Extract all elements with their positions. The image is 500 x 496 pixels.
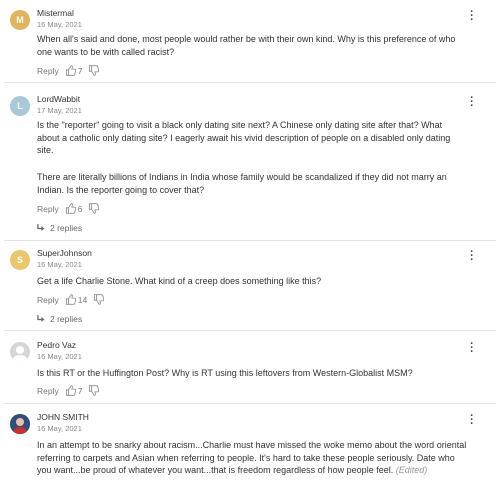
more-options-icon[interactable]: · · · (470, 411, 474, 430)
avatar[interactable] (10, 414, 30, 434)
avatar-letter: L (17, 101, 23, 111)
avatar[interactable]: L (10, 96, 30, 116)
comment-actions: Reply 6 (37, 203, 100, 214)
comment-actions: Reply 7 (37, 65, 100, 76)
more-options-icon[interactable]: · · · (470, 93, 474, 112)
divider (4, 403, 496, 404)
comment-date: 17 May, 2021 (37, 106, 82, 115)
reply-button[interactable]: Reply (37, 295, 59, 305)
avatar[interactable]: S (10, 250, 30, 270)
thumbs-down-icon[interactable] (88, 203, 100, 214)
comment-actions: Reply 7 (37, 385, 100, 396)
reply-arrow-icon (37, 224, 46, 232)
thumbs-down-icon[interactable] (88, 65, 100, 76)
thumbs-up-icon[interactable] (65, 65, 76, 76)
divider (4, 330, 496, 331)
more-options-icon[interactable]: · · · (470, 247, 474, 266)
view-replies-link[interactable]: 2 replies (37, 223, 82, 233)
avatar-letter: M (16, 15, 24, 25)
like-count: 7 (77, 65, 83, 76)
view-replies-link[interactable]: 2 replies (37, 314, 82, 324)
default-user-icon (12, 346, 28, 362)
comment-author[interactable]: LordWabbit (37, 94, 80, 104)
comment-text: There are literally billions of Indians … (37, 172, 447, 195)
comment-thread: M Mistermal 16 May, 2021 · · · When all's … (0, 0, 500, 496)
comment-date: 16 May, 2021 (37, 260, 82, 269)
like-count: 14 (77, 294, 88, 305)
reply-button[interactable]: Reply (37, 386, 59, 396)
comment-text: Is this RT or the Huffington Post? Why i… (37, 368, 413, 378)
avatar[interactable] (10, 342, 30, 362)
more-options-icon[interactable]: · · · (470, 339, 474, 358)
comment-date: 16 May, 2021 (37, 352, 82, 361)
reply-button[interactable]: Reply (37, 204, 59, 214)
avatar-letter: S (16, 255, 23, 265)
comment-author[interactable]: Pedro Vaz (37, 340, 76, 350)
replies-count: 2 replies (50, 223, 83, 233)
comment-text: Is the "reporter" going to visit a black… (37, 120, 451, 155)
replies-count: 2 replies (50, 314, 83, 324)
like-count: 6 (77, 203, 83, 214)
comment-date: 16 May, 2021 (37, 20, 82, 29)
comment-text: Get a life Charlie Stone. What kind of a… (37, 276, 322, 286)
user-photo-icon (10, 414, 30, 434)
comment-text: In an attempt to be snarky about racism.… (37, 439, 467, 477)
edited-label: (Edited) (395, 465, 428, 475)
reply-arrow-icon (37, 315, 46, 323)
divider (4, 240, 496, 241)
more-options-icon[interactable]: · · · (470, 7, 474, 26)
comment-author[interactable]: Mistermal (37, 8, 74, 18)
comment-date: 16 May, 2021 (37, 424, 82, 433)
comment-text: When all's said and done, most people wo… (37, 34, 456, 57)
avatar[interactable]: M (10, 10, 30, 30)
like-count: 7 (77, 385, 83, 396)
thumbs-up-icon[interactable] (65, 203, 76, 214)
divider (4, 82, 496, 83)
thumbs-down-icon[interactable] (88, 385, 100, 396)
thumbs-down-icon[interactable] (93, 294, 105, 305)
thumbs-up-icon[interactable] (65, 294, 76, 305)
reply-button[interactable]: Reply (37, 66, 59, 76)
comment-actions: Reply 14 (37, 294, 105, 305)
comment-author[interactable]: SuperJohnson (37, 248, 92, 258)
thumbs-up-icon[interactable] (65, 385, 76, 396)
comment-author[interactable]: JOHN SMITH (37, 412, 89, 422)
